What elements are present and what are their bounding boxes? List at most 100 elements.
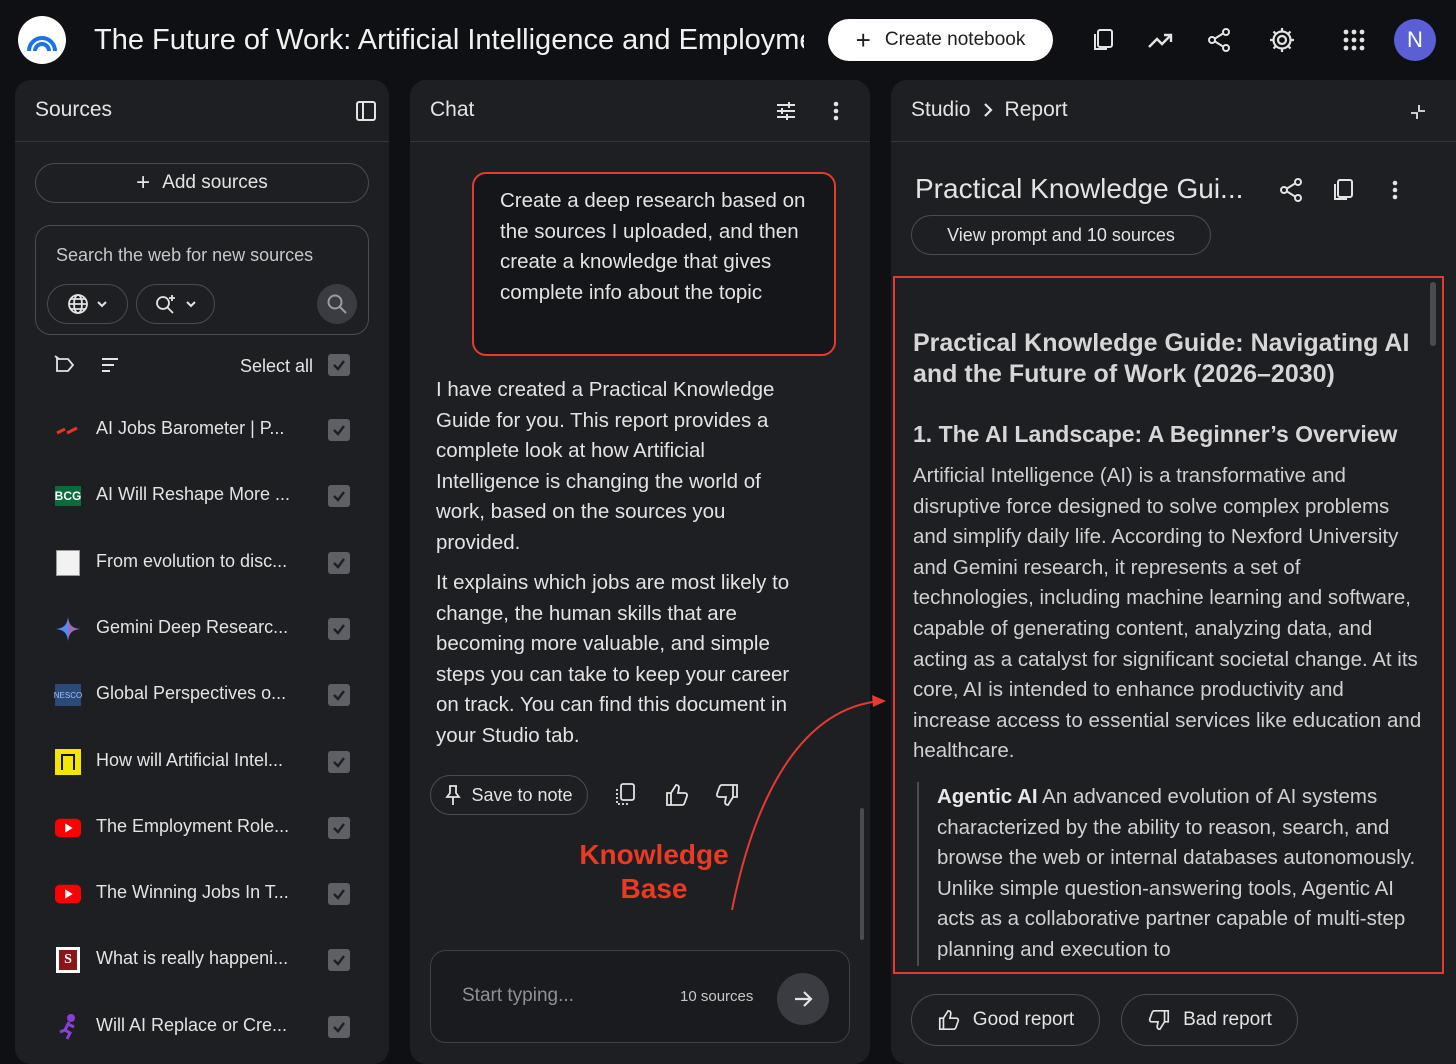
source-checkbox[interactable] (328, 485, 350, 508)
share-icon[interactable] (1275, 174, 1307, 206)
source-label: Will AI Replace or Cre... (96, 1014, 288, 1035)
youtube-logo-icon (55, 815, 81, 841)
thumbs-up-icon (938, 1009, 959, 1031)
source-item[interactable]: From evolution to disc... (15, 533, 389, 593)
source-checkbox[interactable] (328, 684, 350, 707)
source-item[interactable]: How will Artificial Intel... (15, 732, 389, 792)
web-source-dropdown[interactable] (47, 284, 128, 324)
bcg-logo-icon: BCG (55, 483, 81, 509)
create-notebook-button[interactable]: + Create notebook (828, 19, 1053, 61)
chat-scrollbar[interactable] (860, 808, 864, 940)
user-avatar[interactable]: N (1394, 19, 1436, 61)
copy-icon[interactable] (1085, 22, 1121, 58)
source-checkbox[interactable] (328, 816, 350, 839)
source-item[interactable]: Will AI Replace or Cre... (15, 997, 389, 1057)
report-heading: Practical Knowledge Guide: Navigating AI… (913, 329, 1410, 388)
source-item[interactable]: The Employment Role... (15, 798, 389, 858)
source-item[interactable]: NESCO Global Perspectives o... (15, 665, 389, 725)
bad-report-button[interactable]: Bad report (1121, 994, 1298, 1046)
source-label: AI Will Reshape More ... (96, 484, 291, 505)
source-item[interactable]: Gemini Deep Researc... (15, 599, 389, 659)
report-definition: Agentic AI An advanced evolution of AI s… (917, 782, 1417, 966)
source-item[interactable]: The Winning Jobs In T... (15, 864, 389, 924)
chat-settings-icon[interactable] (774, 99, 798, 128)
check-icon (333, 690, 345, 702)
report-section-heading: 1. The AI Landscape: A Beginner’s Overvi… (913, 421, 1398, 447)
definition-text: An advanced evolution of AI systems char… (937, 785, 1416, 961)
breadcrumb-report: Report (1004, 98, 1068, 121)
view-prompt-button[interactable]: View prompt and 10 sources (911, 215, 1211, 255)
youtube-logo-icon (55, 881, 81, 907)
source-label: The Winning Jobs In T... (96, 882, 289, 903)
source-checkbox[interactable] (328, 1015, 350, 1038)
check-icon (333, 823, 345, 834)
good-report-label: Good report (972, 1009, 1075, 1030)
thumbs-up-icon[interactable] (662, 780, 692, 810)
web-search-box: Search the web for new sources (35, 225, 369, 335)
copy-icon[interactable] (1327, 174, 1359, 206)
thumbs-down-icon[interactable] (712, 780, 742, 810)
gemini-logo-icon (55, 616, 81, 642)
select-all-checkbox[interactable] (328, 354, 350, 376)
check-icon (333, 360, 345, 371)
add-sources-label: Add sources (162, 172, 268, 193)
source-item[interactable]: AI Jobs Barometer | P... (15, 400, 389, 460)
studio-header: Studio Report (891, 80, 1456, 142)
source-checkbox[interactable] (328, 750, 350, 773)
source-checkbox[interactable] (328, 419, 350, 441)
source-checkbox[interactable] (328, 883, 350, 906)
search-submit-button[interactable] (317, 284, 357, 324)
nu-logo-icon (55, 748, 81, 775)
more-vert-icon[interactable] (1379, 174, 1411, 206)
chat-more-icon[interactable] (828, 99, 844, 128)
source-item[interactable]: S What is really happeni... (15, 930, 389, 990)
report-title: Practical Knowledge Gui... (915, 173, 1244, 204)
stanford-logo-icon: S (55, 947, 81, 974)
breadcrumb: Studio Report (911, 98, 1068, 122)
doc-thumbnail-icon (55, 549, 81, 576)
source-checkbox[interactable] (328, 949, 350, 972)
source-item[interactable]: BCG AI Will Reshape More ... (15, 466, 389, 526)
notebook-title[interactable]: The Future of Work: Artificial Intellige… (94, 20, 804, 60)
source-label: Global Perspectives o... (96, 683, 287, 704)
save-to-note-label: Save to note (471, 784, 573, 805)
source-label: AI Jobs Barometer | P... (96, 418, 285, 438)
research-mode-dropdown[interactable] (136, 284, 215, 324)
save-to-note-button[interactable]: Save to note (430, 775, 588, 815)
report-content: Practical Knowledge Guide: Navigating AI… (893, 276, 1444, 974)
report-scrollbar[interactable] (1430, 282, 1436, 346)
chat-input[interactable]: Start typing... (462, 985, 574, 1007)
apps-grid-icon[interactable] (1336, 22, 1372, 58)
sources-panel: Sources + Add sources Search the web for… (15, 80, 389, 1064)
collapse-panel-icon[interactable] (355, 100, 377, 127)
bot-message-paragraph: It explains which jobs are most likely t… (436, 571, 790, 747)
arrow-right-icon (795, 991, 813, 1007)
globe-icon (67, 294, 88, 314)
source-checkbox[interactable] (328, 617, 350, 640)
notebooklm-logo[interactable] (18, 16, 66, 64)
chevron-down-icon (185, 301, 196, 308)
share-icon[interactable] (1201, 22, 1237, 58)
check-icon (333, 557, 345, 569)
copy-response-icon[interactable] (610, 780, 640, 810)
web-search-input[interactable]: Search the web for new sources (56, 245, 313, 266)
settings-gear-icon[interactable] (1264, 22, 1300, 58)
sources-toolbar: Select all (35, 348, 369, 384)
runner-logo-icon (55, 1013, 81, 1040)
chat-header: Chat (410, 80, 870, 142)
analytics-icon[interactable] (1142, 22, 1178, 58)
discover-icon[interactable] (53, 353, 77, 382)
source-label: What is really happeni... (96, 948, 289, 969)
sort-icon[interactable] (99, 354, 121, 381)
breadcrumb-studio[interactable]: Studio (911, 98, 971, 122)
plus-icon: + (855, 25, 871, 55)
good-report-button[interactable]: Good report (911, 994, 1100, 1046)
source-label: How will Artificial Intel... (96, 749, 284, 770)
source-checkbox[interactable] (328, 551, 350, 574)
chevron-right-icon (983, 103, 993, 117)
send-button[interactable] (777, 973, 829, 1025)
collapse-icon[interactable] (1407, 101, 1429, 128)
chat-title: Chat (430, 98, 475, 121)
sources-title: Sources (35, 98, 113, 121)
add-sources-button[interactable]: + Add sources (35, 163, 369, 203)
